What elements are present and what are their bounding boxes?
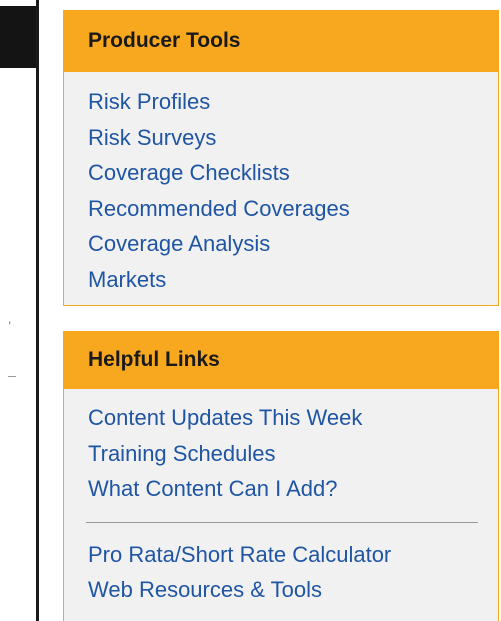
link-training-schedules[interactable]: Training Schedules (88, 436, 498, 472)
page: , Producer Tools Risk Profiles Risk Surv… (0, 0, 501, 621)
producer-tools-links: Risk Profiles Risk Surveys Coverage Chec… (64, 72, 498, 297)
helpful-links-title: Helpful Links (88, 348, 220, 371)
helpful-links-group-1: Content Updates This Week Training Sched… (64, 389, 498, 507)
link-pro-rata-calculator[interactable]: Pro Rata/Short Rate Calculator (88, 537, 498, 573)
link-risk-surveys[interactable]: Risk Surveys (88, 120, 498, 156)
link-risk-profiles[interactable]: Risk Profiles (88, 84, 498, 120)
left-header-bar (0, 6, 36, 68)
link-label[interactable]: Coverage Analysis (88, 231, 270, 256)
left-text-fragment: , (8, 312, 12, 326)
link-markets[interactable]: Markets (88, 262, 498, 298)
left-dash-fragment (8, 376, 16, 377)
helpful-links-group-2: Pro Rata/Short Rate Calculator Web Resou… (64, 537, 498, 608)
producer-tools-panel: Producer Tools Risk Profiles Risk Survey… (63, 10, 499, 306)
link-what-content[interactable]: What Content Can I Add? (88, 471, 498, 507)
producer-tools-header: Producer Tools (64, 10, 498, 72)
link-label[interactable]: Training Schedules (88, 441, 276, 466)
link-web-resources[interactable]: Web Resources & Tools (88, 572, 498, 608)
link-label[interactable]: What Content Can I Add? (88, 476, 338, 501)
link-content-updates[interactable]: Content Updates This Week (88, 400, 498, 436)
link-label[interactable]: Content Updates This Week (88, 405, 362, 430)
link-label[interactable]: Web Resources & Tools (88, 577, 322, 602)
link-label[interactable]: Markets (88, 267, 166, 292)
producer-tools-title: Producer Tools (88, 29, 241, 52)
helpful-links-header: Helpful Links (64, 331, 498, 389)
link-label[interactable]: Risk Profiles (88, 89, 210, 114)
links-divider (86, 521, 478, 523)
link-label[interactable]: Recommended Coverages (88, 196, 350, 221)
link-label[interactable]: Coverage Checklists (88, 160, 290, 185)
link-label[interactable]: Risk Surveys (88, 125, 216, 150)
link-label[interactable]: Pro Rata/Short Rate Calculator (88, 542, 391, 567)
link-coverage-checklists[interactable]: Coverage Checklists (88, 155, 498, 191)
link-coverage-analysis[interactable]: Coverage Analysis (88, 226, 498, 262)
link-recommended-coverages[interactable]: Recommended Coverages (88, 191, 498, 227)
helpful-links-panel: Helpful Links Content Updates This Week … (63, 331, 499, 621)
left-column-fragment: , (0, 0, 40, 621)
left-column-border (36, 0, 39, 621)
